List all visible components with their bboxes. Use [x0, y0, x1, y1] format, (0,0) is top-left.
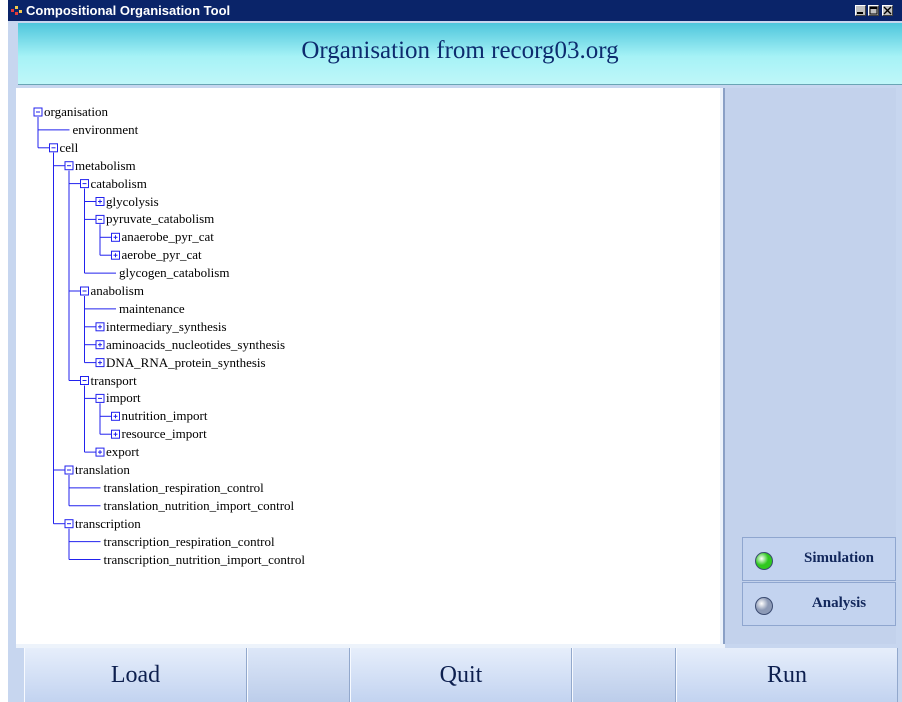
tree-node-label[interactable]: metabolism	[75, 158, 136, 173]
maximize-icon[interactable]	[868, 5, 879, 16]
tree-node-label[interactable]: import	[106, 390, 141, 405]
tree-node-label[interactable]: anaerobe_pyr_cat	[122, 229, 214, 244]
expand-icon[interactable]	[95, 322, 105, 332]
tree-node-label[interactable]: catabolism	[91, 176, 147, 191]
tree-node-label[interactable]: glycogen_catabolism	[119, 265, 229, 280]
load-button[interactable]: Load	[24, 648, 247, 702]
page-title: Organisation from recorg03.org	[301, 37, 619, 64]
status-indicator-icon	[755, 552, 773, 570]
tree-node-label[interactable]: translation_respiration_control	[104, 480, 264, 495]
organisation-tree[interactable]: organisation environment cell metabolism cat…	[16, 88, 725, 648]
analysis-button[interactable]: Analysis	[742, 582, 896, 626]
run-button[interactable]: Run	[676, 648, 898, 702]
expand-icon[interactable]	[95, 197, 105, 206]
expand-icon[interactable]	[95, 447, 105, 457]
expand-icon[interactable]	[111, 232, 120, 242]
window-title: Compositional Organisation Tool	[26, 3, 231, 18]
minimize-icon[interactable]	[855, 5, 866, 16]
bottom-bar-spacer	[247, 648, 350, 702]
tree-node-label[interactable]: environment	[73, 122, 139, 137]
tree-node-label[interactable]: aminoacids_nucleotides_synthesis	[106, 337, 285, 352]
tree-node-label[interactable]: intermediary_synthesis	[106, 319, 227, 334]
tree-node-label[interactable]: transport	[91, 373, 137, 388]
collapse-icon[interactable]	[80, 179, 89, 189]
tree-node-label[interactable]: DNA_RNA_protein_synthesis	[106, 355, 266, 370]
tree-node-label[interactable]: export	[106, 444, 139, 459]
tree-node-label[interactable]: glycolysis	[106, 194, 159, 209]
collapse-icon[interactable]	[49, 143, 58, 153]
tree-node-label[interactable]: nutrition_import	[122, 408, 208, 423]
expand-icon[interactable]	[95, 358, 105, 368]
tree-node-label[interactable]: transcription_respiration_control	[104, 534, 275, 549]
tree-node-label[interactable]: resource_import	[122, 426, 207, 441]
bottom-bar-spacer	[572, 648, 676, 702]
title-bar[interactable]: Compositional Organisation Tool	[8, 0, 902, 21]
tree-node-label[interactable]: translation_nutrition_import_control	[104, 498, 295, 513]
tree-node-label[interactable]: transcription_nutrition_import_control	[104, 552, 305, 567]
collapse-icon[interactable]	[64, 519, 74, 529]
tree-node-label[interactable]: pyruvate_catabolism	[106, 211, 214, 226]
header-banner: Organisation from recorg03.org	[18, 23, 902, 85]
tree-node-label[interactable]: organisation	[44, 104, 108, 119]
collapse-icon[interactable]	[64, 161, 74, 171]
expand-icon[interactable]	[111, 250, 120, 260]
expand-icon[interactable]	[111, 411, 120, 421]
analysis-label: Analysis	[811, 595, 867, 611]
collapse-icon[interactable]	[80, 376, 89, 385]
quit-button[interactable]: Quit	[350, 648, 572, 702]
collapse-icon[interactable]	[80, 286, 89, 296]
collapse-icon[interactable]	[64, 465, 74, 475]
tree-node-label[interactable]: anabolism	[91, 283, 144, 298]
tree-node-label[interactable]: translation	[75, 462, 130, 477]
tree-node-label[interactable]: maintenance	[119, 301, 185, 316]
tree-node-label[interactable]: aerobe_pyr_cat	[122, 247, 202, 262]
collapse-icon[interactable]	[33, 107, 43, 117]
close-icon[interactable]	[882, 5, 893, 16]
app-icon	[11, 6, 22, 15]
collapse-icon[interactable]	[95, 214, 105, 224]
simulation-button[interactable]: Simulation	[742, 537, 896, 581]
tree-node-label[interactable]: cell	[60, 140, 79, 155]
status-indicator-icon	[755, 597, 773, 615]
collapse-icon[interactable]	[95, 393, 105, 403]
simulation-label: Simulation	[803, 550, 875, 566]
expand-icon[interactable]	[111, 429, 120, 439]
expand-icon[interactable]	[95, 340, 105, 350]
tree-node-label[interactable]: transcription	[75, 516, 141, 531]
